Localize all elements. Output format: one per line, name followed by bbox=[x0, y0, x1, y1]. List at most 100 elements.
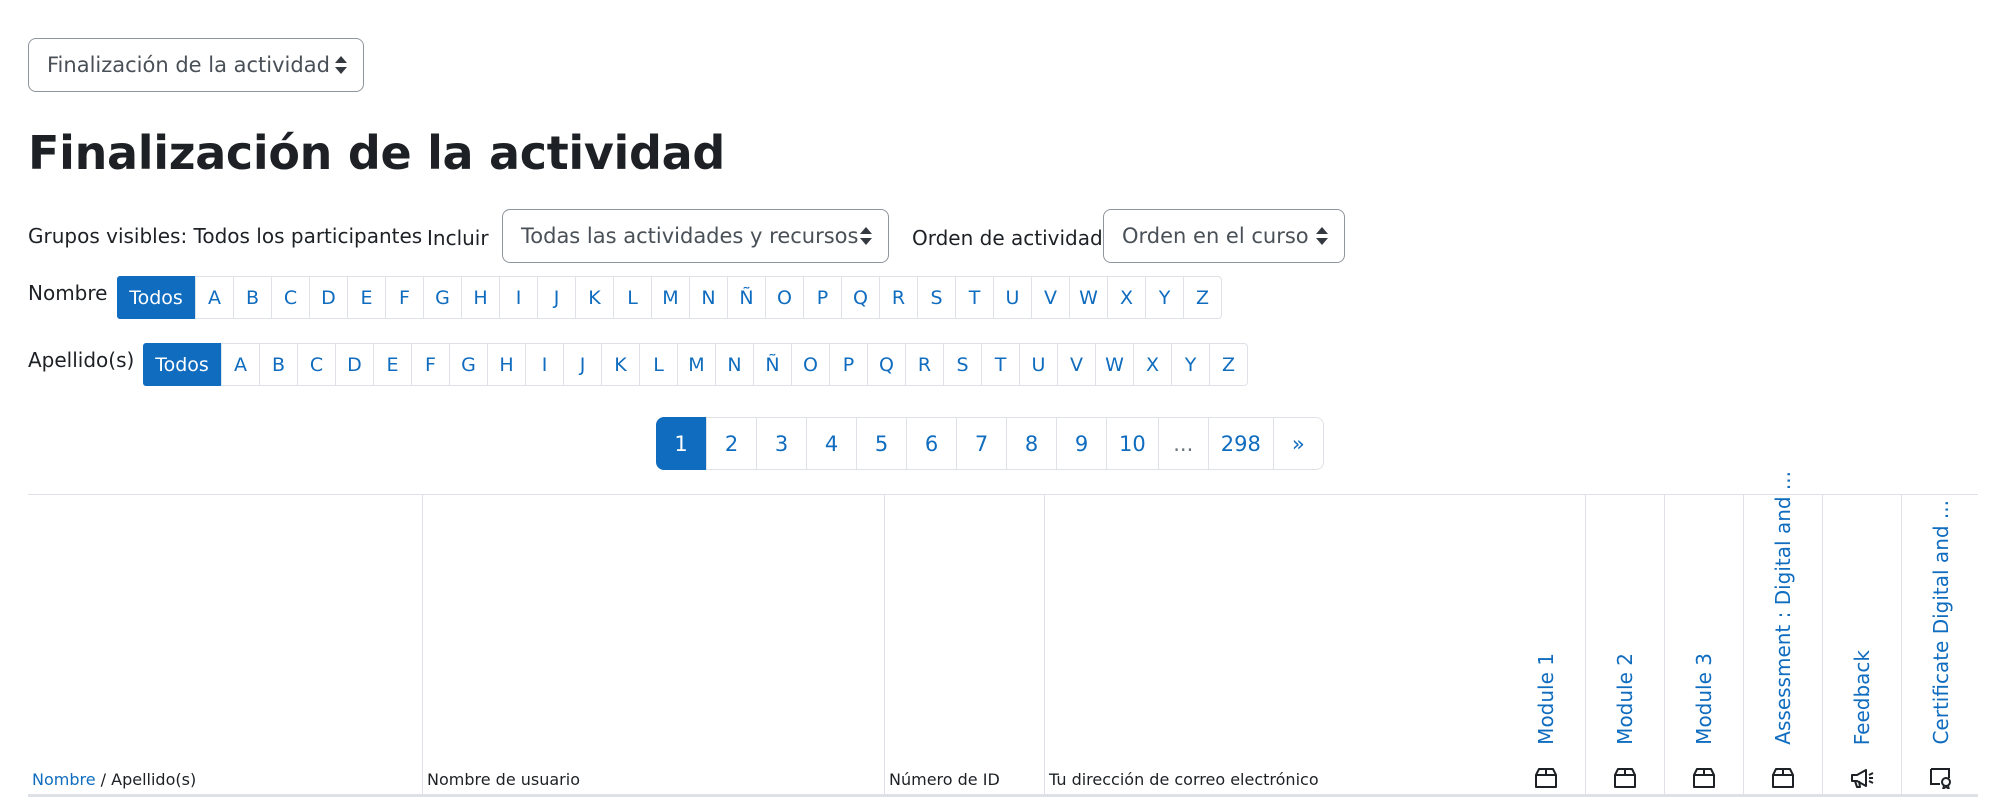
page-title: Finalización de la actividad bbox=[28, 126, 726, 180]
firstname-initial-o[interactable]: O bbox=[765, 277, 803, 318]
lastname-initial-h[interactable]: H bbox=[487, 344, 525, 385]
activity-column: Module 2 bbox=[1585, 495, 1664, 795]
firstname-initial-u[interactable]: U bbox=[993, 277, 1031, 318]
lastname-initial-v[interactable]: V bbox=[1057, 344, 1095, 385]
firstname-initial-y[interactable]: Y bbox=[1145, 277, 1183, 318]
page-4[interactable]: 4 bbox=[806, 418, 856, 469]
firstname-initial-j[interactable]: J bbox=[537, 277, 575, 318]
page-1[interactable]: 1 bbox=[656, 417, 706, 470]
firstname-initial-x[interactable]: X bbox=[1107, 277, 1145, 318]
lastname-initial-t[interactable]: T bbox=[981, 344, 1019, 385]
lastname-initial-p[interactable]: P bbox=[829, 344, 867, 385]
lastname-initial-i[interactable]: I bbox=[525, 344, 563, 385]
firstname-filter-label: Nombre bbox=[28, 281, 108, 305]
lastname-initial-c[interactable]: C bbox=[297, 344, 335, 385]
activity-order-label: Orden de actividad bbox=[912, 226, 1103, 250]
activity-column: Module 1 bbox=[1506, 495, 1585, 795]
activity-link[interactable]: Module 1 bbox=[1534, 653, 1558, 745]
firstname-initial-d[interactable]: D bbox=[309, 277, 347, 318]
firstname-initial-q[interactable]: Q bbox=[841, 277, 879, 318]
lastname-filter-label: Apellido(s) bbox=[28, 348, 135, 372]
lastname-initial-d[interactable]: D bbox=[335, 344, 373, 385]
activity-order-select[interactable]: Orden en el curso bbox=[1103, 209, 1345, 263]
col-username: Nombre de usuario bbox=[422, 495, 884, 795]
col-id-number: Número de ID bbox=[884, 495, 1044, 795]
lastname-initial-w[interactable]: W bbox=[1095, 344, 1133, 385]
firstname-initial-c[interactable]: C bbox=[271, 277, 309, 318]
lastname-initial-b[interactable]: B bbox=[259, 344, 297, 385]
page-ellipsis: ... bbox=[1157, 418, 1208, 469]
page-8[interactable]: 8 bbox=[1006, 418, 1056, 469]
lastname-initial-q[interactable]: Q bbox=[867, 344, 905, 385]
lastname-initial-ñ[interactable]: Ñ bbox=[753, 344, 791, 385]
page-6[interactable]: 6 bbox=[906, 418, 956, 469]
lastname-initial-r[interactable]: R bbox=[905, 344, 943, 385]
col-name: Nombre / Apellido(s) bbox=[28, 495, 422, 795]
lastname-initial-m[interactable]: M bbox=[677, 344, 715, 385]
package-icon bbox=[1770, 767, 1796, 789]
firstname-initial-a[interactable]: A bbox=[195, 277, 233, 318]
lastname-initial-a[interactable]: A bbox=[221, 344, 259, 385]
lastname-initial-z[interactable]: Z bbox=[1209, 344, 1247, 385]
firstname-initial-l[interactable]: L bbox=[613, 277, 651, 318]
email-header: Tu dirección de correo electrónico bbox=[1049, 770, 1319, 789]
firstname-initial-n[interactable]: N bbox=[689, 277, 727, 318]
firstname-initial-b[interactable]: B bbox=[233, 277, 271, 318]
report-select-value: Finalización de la actividad bbox=[47, 53, 330, 77]
firstname-initial-m[interactable]: M bbox=[651, 277, 689, 318]
select-caret-icon bbox=[335, 56, 347, 74]
page-5[interactable]: 5 bbox=[856, 418, 906, 469]
col-email: Tu dirección de correo electrónico bbox=[1044, 495, 1506, 795]
firstname-initial-h[interactable]: H bbox=[461, 277, 499, 318]
lastname-initial-e[interactable]: E bbox=[373, 344, 411, 385]
lastname-initial-x[interactable]: X bbox=[1133, 344, 1171, 385]
firstname-initial-e[interactable]: E bbox=[347, 277, 385, 318]
firstname-initial-v[interactable]: V bbox=[1031, 277, 1069, 318]
page-298[interactable]: 298 bbox=[1207, 418, 1273, 469]
activity-column: Module 3 bbox=[1664, 495, 1743, 795]
lastname-initial-n[interactable]: N bbox=[715, 344, 753, 385]
activity-link[interactable]: Assessment : Digital and ... bbox=[1771, 471, 1795, 745]
page-7[interactable]: 7 bbox=[956, 418, 1006, 469]
activity-link[interactable]: Certificate Digital and ... bbox=[1929, 500, 1953, 745]
lastname-initial-g[interactable]: G bbox=[449, 344, 487, 385]
page-3[interactable]: 3 bbox=[756, 418, 806, 469]
firstname-initial-k[interactable]: K bbox=[575, 277, 613, 318]
lastname-initial-j[interactable]: J bbox=[563, 344, 601, 385]
lastname-initial-u[interactable]: U bbox=[1019, 344, 1057, 385]
page-10[interactable]: 10 bbox=[1106, 418, 1158, 469]
activity-link[interactable]: Module 3 bbox=[1692, 653, 1716, 745]
lastname-initial-all[interactable]: Todos bbox=[143, 343, 221, 386]
firstname-initial-p[interactable]: P bbox=[803, 277, 841, 318]
megaphone-icon bbox=[1849, 767, 1875, 789]
select-caret-icon bbox=[860, 227, 872, 245]
firstname-initial-r[interactable]: R bbox=[879, 277, 917, 318]
include-select[interactable]: Todas las actividades y recursos bbox=[502, 209, 889, 263]
activity-link[interactable]: Module 2 bbox=[1613, 653, 1637, 745]
lastname-initial-l[interactable]: L bbox=[639, 344, 677, 385]
firstname-initial-ñ[interactable]: Ñ bbox=[727, 277, 765, 318]
sort-by-firstname-link[interactable]: Nombre bbox=[32, 770, 96, 789]
completion-table-header: Nombre / Apellido(s) Nombre de usuario N… bbox=[28, 471, 1978, 797]
lastname-initial-o[interactable]: O bbox=[791, 344, 829, 385]
pagination: 1 2 3 4 5 6 7 8 9 10... 298» bbox=[656, 417, 1324, 470]
firstname-initial-w[interactable]: W bbox=[1069, 277, 1107, 318]
next-page-button[interactable]: » bbox=[1272, 418, 1323, 469]
page-9[interactable]: 9 bbox=[1056, 418, 1106, 469]
lastname-initial-y[interactable]: Y bbox=[1171, 344, 1209, 385]
firstname-initial-f[interactable]: F bbox=[385, 277, 423, 318]
lastname-initial-s[interactable]: S bbox=[943, 344, 981, 385]
firstname-initial-all[interactable]: Todos bbox=[117, 276, 195, 319]
page-2[interactable]: 2 bbox=[706, 418, 756, 469]
lastname-initial-k[interactable]: K bbox=[601, 344, 639, 385]
firstname-initial-g[interactable]: G bbox=[423, 277, 461, 318]
firstname-initial-s[interactable]: S bbox=[917, 277, 955, 318]
firstname-initial-i[interactable]: I bbox=[499, 277, 537, 318]
activity-column: Assessment : Digital and ... bbox=[1743, 471, 1822, 795]
username-header: Nombre de usuario bbox=[427, 770, 580, 789]
firstname-initial-t[interactable]: T bbox=[955, 277, 993, 318]
report-select[interactable]: Finalización de la actividad bbox=[28, 38, 364, 92]
activity-link[interactable]: Feedback bbox=[1850, 650, 1874, 745]
firstname-initial-z[interactable]: Z bbox=[1183, 277, 1221, 318]
lastname-initial-f[interactable]: F bbox=[411, 344, 449, 385]
